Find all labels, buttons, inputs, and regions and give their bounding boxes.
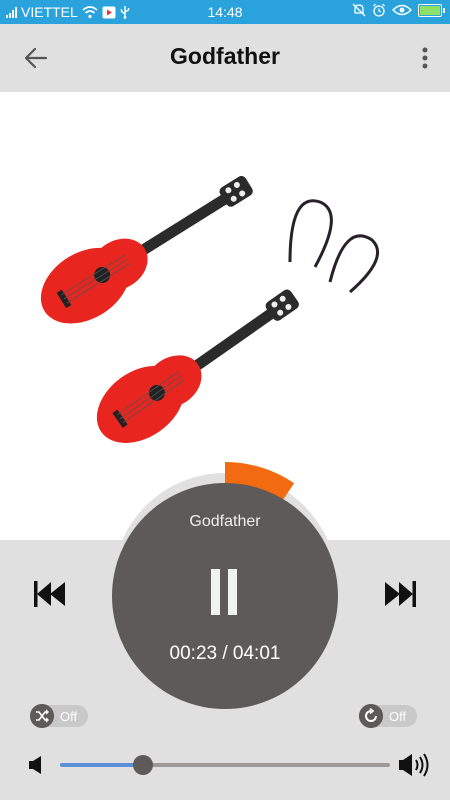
more-vertical-icon[interactable] — [420, 44, 430, 72]
battery-charging-icon — [418, 3, 445, 17]
volume-slider-fill — [60, 763, 143, 767]
now-playing-title: Godfather — [189, 513, 261, 530]
app-bar: Godfather — [0, 24, 450, 92]
time-display: 00:23 / 04:01 — [169, 643, 281, 664]
eye-icon — [392, 4, 412, 16]
skip-next-icon[interactable] — [383, 578, 417, 610]
pause-icon[interactable] — [211, 569, 237, 615]
shuffle-state-label: Off — [60, 709, 78, 724]
repeat-toggle[interactable]: Off — [359, 704, 417, 728]
volume-low-icon[interactable] — [28, 755, 44, 775]
page-title: Godfather — [170, 43, 280, 69]
skip-previous-icon[interactable] — [33, 578, 67, 610]
alarm-clock-icon — [373, 3, 385, 17]
volume-slider[interactable] — [60, 755, 390, 775]
volume-high-icon[interactable] — [398, 752, 430, 778]
shuffle-icon — [30, 704, 54, 728]
volume-slider-thumb[interactable] — [132, 755, 153, 775]
alarm-off-icon — [352, 3, 366, 17]
repeat-state-label: Off — [389, 709, 407, 724]
status-right — [352, 3, 445, 17]
play-pause-disc[interactable]: Godfather 00:23 / 04:01 — [112, 483, 338, 709]
status-bar: VIETTEL 14:48 — [0, 0, 450, 24]
repeat-icon — [359, 704, 383, 728]
shuffle-toggle[interactable]: Off — [30, 704, 88, 728]
